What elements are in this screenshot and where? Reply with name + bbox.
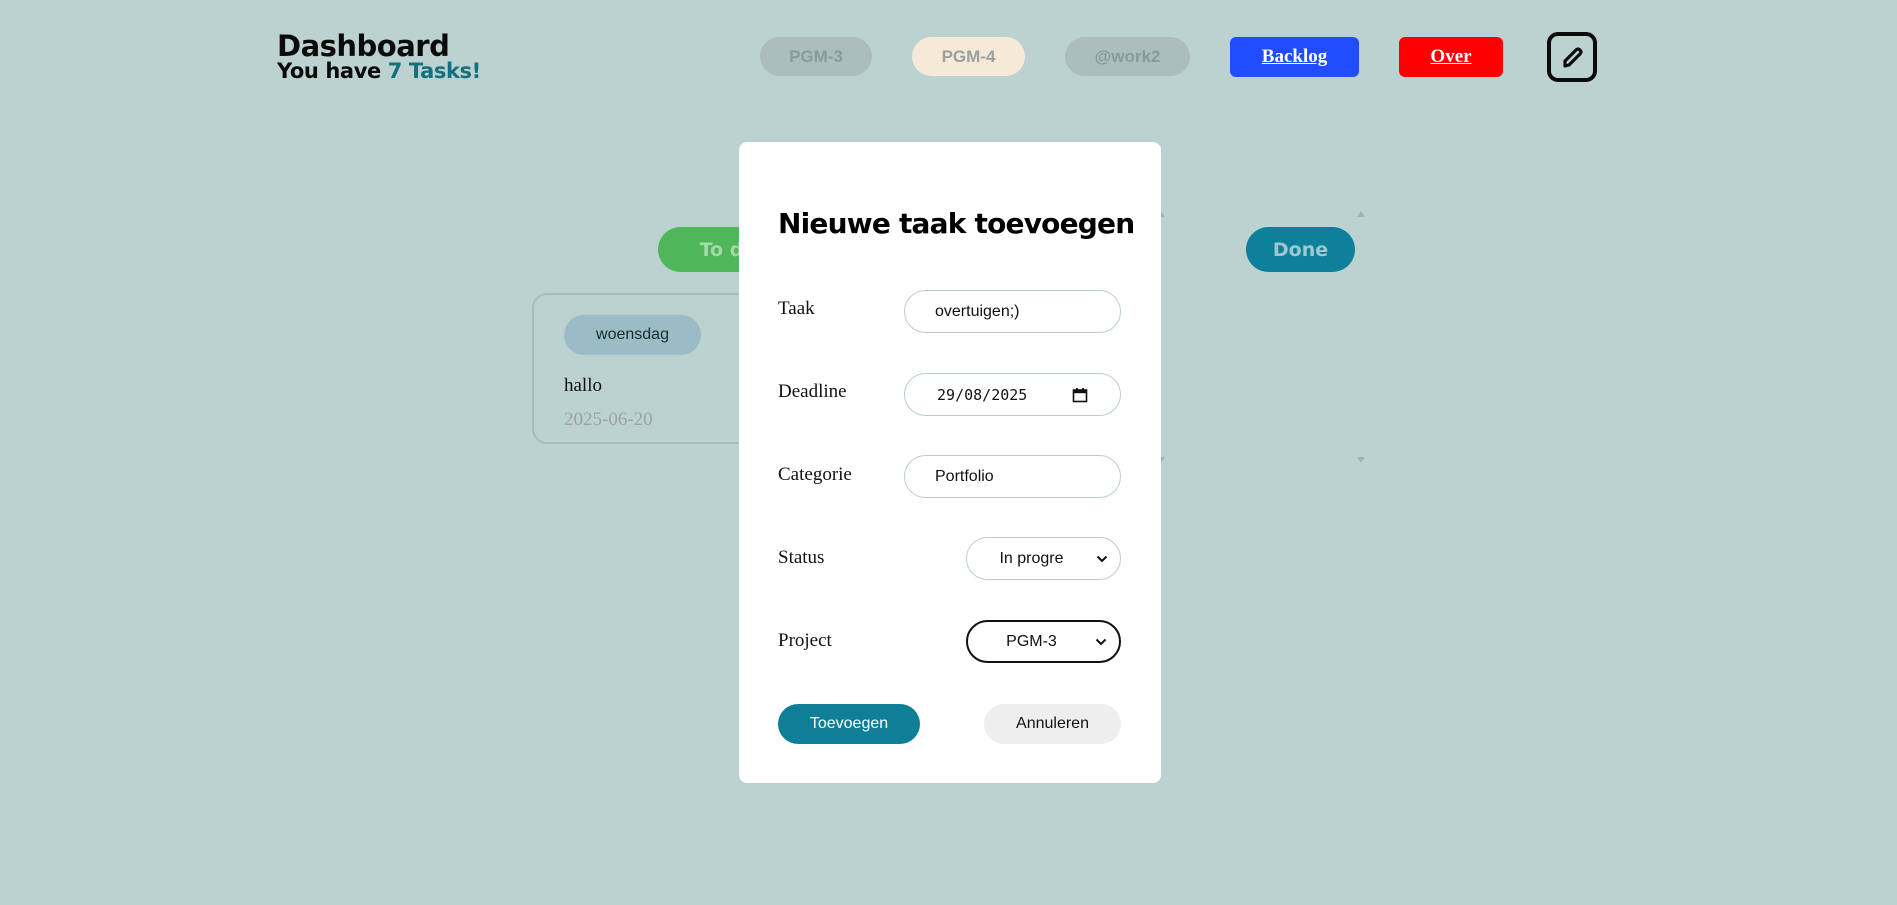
over-link[interactable]: Over xyxy=(1399,37,1503,77)
modal-title: Nieuwe taak toevoegen xyxy=(778,207,1135,240)
scroll-up-icon[interactable] xyxy=(1357,211,1365,217)
chevron-down-icon xyxy=(1090,555,1114,563)
edit-button[interactable] xyxy=(1547,32,1597,82)
deadline-label: Deadline xyxy=(778,381,847,402)
column-done: Done xyxy=(1246,227,1355,272)
backlog-link[interactable]: Backlog xyxy=(1230,37,1359,77)
task-date: 2025-06-20 xyxy=(564,409,653,430)
chevron-down-icon xyxy=(1089,638,1113,646)
page-title: Dashboard xyxy=(277,29,450,63)
new-task-modal: Nieuwe taak toevoegen Taak Deadline 29/0… xyxy=(739,142,1161,783)
task-count-prefix: You have xyxy=(277,59,381,83)
taak-label: Taak xyxy=(778,298,815,319)
project-select[interactable]: PGM-3 xyxy=(966,620,1121,663)
task-count-text: You have 7 Tasks! xyxy=(277,61,481,82)
cancel-button[interactable]: Annuleren xyxy=(984,704,1121,744)
project-tab-pgm-3[interactable]: PGM-3 xyxy=(760,37,872,76)
calendar-icon[interactable] xyxy=(1072,387,1088,403)
category-badge: woensdag xyxy=(564,315,701,355)
project-tab-pgm-4[interactable]: PGM-4 xyxy=(912,37,1025,76)
deadline-input[interactable]: 29/08/2025 xyxy=(904,373,1121,416)
status-label: Status xyxy=(778,547,825,568)
project-label: Project xyxy=(778,630,832,651)
pencil-icon xyxy=(1563,47,1583,68)
status-select[interactable]: In progre xyxy=(966,537,1121,580)
submit-button[interactable]: Toevoegen xyxy=(778,704,920,744)
task-count: 7 Tasks! xyxy=(387,59,481,83)
task-title: hallo xyxy=(564,375,602,396)
taak-input[interactable] xyxy=(904,290,1121,333)
categorie-input[interactable] xyxy=(904,455,1121,498)
deadline-value: 29/08/2025 xyxy=(937,385,1028,404)
brand: Dashboard You have 7 Tasks! xyxy=(277,32,481,82)
categorie-label: Categorie xyxy=(778,464,852,485)
project-value: PGM-3 xyxy=(1006,632,1057,650)
project-tab-work2[interactable]: @work2 xyxy=(1065,37,1190,76)
status-value: In progre xyxy=(999,549,1064,567)
scroll-down-icon[interactable] xyxy=(1357,457,1365,463)
